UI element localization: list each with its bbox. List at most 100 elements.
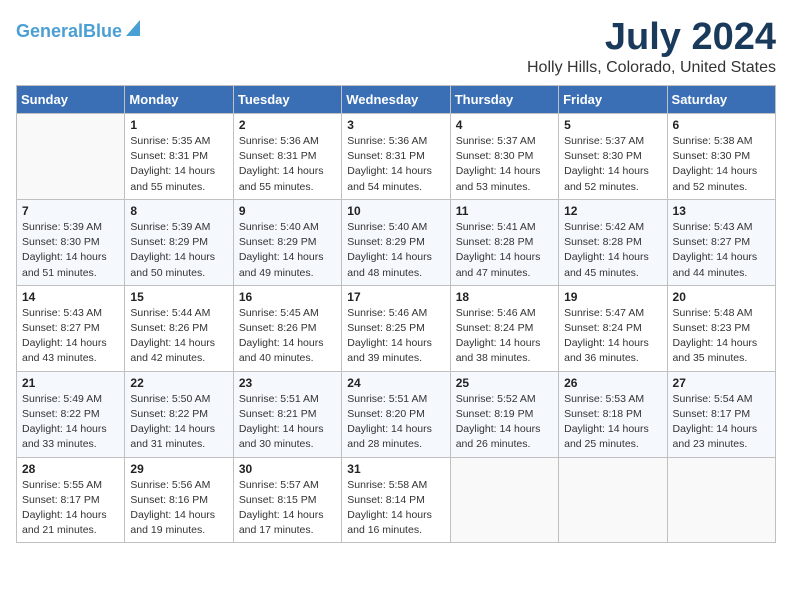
day-number: 23	[239, 376, 336, 390]
day-info: Sunrise: 5:37 AM Sunset: 8:30 PM Dayligh…	[456, 134, 553, 195]
day-info: Sunrise: 5:38 AM Sunset: 8:30 PM Dayligh…	[673, 134, 770, 195]
day-number: 8	[130, 204, 227, 218]
day-number: 22	[130, 376, 227, 390]
calendar-day-cell: 7Sunrise: 5:39 AM Sunset: 8:30 PM Daylig…	[17, 199, 125, 285]
day-number: 1	[130, 118, 227, 132]
calendar-day-cell: 11 Sunrise: 5:41 AM Sunset: 8:28 PM Dayli…	[450, 199, 558, 285]
day-number: 29	[130, 462, 227, 476]
calendar-day-cell: 1 Sunrise: 5:35 AM Sunset: 8:31 PM Daylig…	[125, 114, 233, 200]
day-number: 6	[673, 118, 770, 132]
calendar-day-cell: 8 Sunrise: 5:39 AM Sunset: 8:29 PM Daylig…	[125, 199, 233, 285]
calendar-day-cell: 23 Sunrise: 5:51 AM Sunset: 8:21 PM Dayli…	[233, 371, 341, 457]
calendar-day-cell: 20Sunrise: 5:48 AM Sunset: 8:23 PM Dayli…	[667, 285, 775, 371]
main-title: July 2024	[527, 16, 776, 59]
day-info: Sunrise: 5:52 AM Sunset: 8:19 PM Dayligh…	[456, 392, 553, 453]
day-number: 12	[564, 204, 661, 218]
day-info: Sunrise: 5:50 AM Sunset: 8:22 PM Dayligh…	[130, 392, 227, 453]
calendar-day-cell	[559, 457, 667, 543]
day-info: Sunrise: 5:46 AM Sunset: 8:24 PM Dayligh…	[456, 306, 553, 367]
day-number: 2	[239, 118, 336, 132]
day-info: Sunrise: 5:37 AM Sunset: 8:30 PM Dayligh…	[564, 134, 661, 195]
subtitle: Holly Hills, Colorado, United States	[527, 59, 776, 77]
day-info: Sunrise: 5:51 AM Sunset: 8:20 PM Dayligh…	[347, 392, 444, 453]
day-info: Sunrise: 5:55 AM Sunset: 8:17 PM Dayligh…	[22, 478, 119, 539]
day-number: 9	[239, 204, 336, 218]
calendar-week-row: 14Sunrise: 5:43 AM Sunset: 8:27 PM Dayli…	[17, 285, 776, 371]
day-number: 25	[456, 376, 553, 390]
calendar-day-cell: 4 Sunrise: 5:37 AM Sunset: 8:30 PM Daylig…	[450, 114, 558, 200]
day-info: Sunrise: 5:46 AM Sunset: 8:25 PM Dayligh…	[347, 306, 444, 367]
calendar-header-cell: Saturday	[667, 86, 775, 114]
calendar-header-cell: Monday	[125, 86, 233, 114]
calendar-day-cell: 28 Sunrise: 5:55 AM Sunset: 8:17 PM Dayli…	[17, 457, 125, 543]
calendar-day-cell: 25 Sunrise: 5:52 AM Sunset: 8:19 PM Dayli…	[450, 371, 558, 457]
calendar-day-cell: 24 Sunrise: 5:51 AM Sunset: 8:20 PM Dayli…	[342, 371, 450, 457]
calendar-day-cell: 16Sunrise: 5:45 AM Sunset: 8:26 PM Dayli…	[233, 285, 341, 371]
calendar-header-row: SundayMondayTuesdayWednesdayThursdayFrid…	[17, 86, 776, 114]
day-info: Sunrise: 5:39 AM Sunset: 8:30 PM Dayligh…	[22, 220, 119, 281]
calendar-day-cell: 2 Sunrise: 5:36 AM Sunset: 8:31 PM Daylig…	[233, 114, 341, 200]
logo-text: GeneralBlue	[16, 22, 122, 40]
day-number: 24	[347, 376, 444, 390]
calendar-day-cell: 13Sunrise: 5:43 AM Sunset: 8:27 PM Dayli…	[667, 199, 775, 285]
day-number: 20	[673, 290, 770, 304]
day-number: 31	[347, 462, 444, 476]
calendar-day-cell: 18 Sunrise: 5:46 AM Sunset: 8:24 PM Dayli…	[450, 285, 558, 371]
calendar-table: SundayMondayTuesdayWednesdayThursdayFrid…	[16, 85, 776, 543]
day-info: Sunrise: 5:35 AM Sunset: 8:31 PM Dayligh…	[130, 134, 227, 195]
day-number: 30	[239, 462, 336, 476]
calendar-day-cell: 3Sunrise: 5:36 AM Sunset: 8:31 PM Daylig…	[342, 114, 450, 200]
calendar-day-cell: 14Sunrise: 5:43 AM Sunset: 8:27 PM Dayli…	[17, 285, 125, 371]
calendar-day-cell: 30 Sunrise: 5:57 AM Sunset: 8:15 PM Dayli…	[233, 457, 341, 543]
day-info: Sunrise: 5:36 AM Sunset: 8:31 PM Dayligh…	[239, 134, 336, 195]
calendar-day-cell: 26Sunrise: 5:53 AM Sunset: 8:18 PM Dayli…	[559, 371, 667, 457]
day-info: Sunrise: 5:49 AM Sunset: 8:22 PM Dayligh…	[22, 392, 119, 453]
day-info: Sunrise: 5:41 AM Sunset: 8:28 PM Dayligh…	[456, 220, 553, 281]
day-info: Sunrise: 5:51 AM Sunset: 8:21 PM Dayligh…	[239, 392, 336, 453]
day-info: Sunrise: 5:56 AM Sunset: 8:16 PM Dayligh…	[130, 478, 227, 539]
day-info: Sunrise: 5:40 AM Sunset: 8:29 PM Dayligh…	[239, 220, 336, 281]
day-number: 5	[564, 118, 661, 132]
calendar-day-cell	[667, 457, 775, 543]
logo: GeneralBlue	[16, 16, 142, 40]
day-info: Sunrise: 5:40 AM Sunset: 8:29 PM Dayligh…	[347, 220, 444, 281]
calendar-day-cell: 5 Sunrise: 5:37 AM Sunset: 8:30 PM Daylig…	[559, 114, 667, 200]
day-number: 13	[673, 204, 770, 218]
day-number: 16	[239, 290, 336, 304]
day-number: 19	[564, 290, 661, 304]
page-header: GeneralBlue July 2024 Holly Hills, Color…	[16, 16, 776, 77]
calendar-day-cell: 17 Sunrise: 5:46 AM Sunset: 8:25 PM Dayli…	[342, 285, 450, 371]
calendar-body: 1 Sunrise: 5:35 AM Sunset: 8:31 PM Daylig…	[17, 114, 776, 543]
calendar-day-cell: 10 Sunrise: 5:40 AM Sunset: 8:29 PM Dayli…	[342, 199, 450, 285]
day-number: 17	[347, 290, 444, 304]
calendar-header-cell: Thursday	[450, 86, 558, 114]
calendar-day-cell: 29 Sunrise: 5:56 AM Sunset: 8:16 PM Dayli…	[125, 457, 233, 543]
day-number: 18	[456, 290, 553, 304]
day-info: Sunrise: 5:39 AM Sunset: 8:29 PM Dayligh…	[130, 220, 227, 281]
day-number: 4	[456, 118, 553, 132]
calendar-week-row: 28 Sunrise: 5:55 AM Sunset: 8:17 PM Dayli…	[17, 457, 776, 543]
day-number: 28	[22, 462, 119, 476]
calendar-day-cell: 9 Sunrise: 5:40 AM Sunset: 8:29 PM Daylig…	[233, 199, 341, 285]
day-info: Sunrise: 5:57 AM Sunset: 8:15 PM Dayligh…	[239, 478, 336, 539]
calendar-day-cell	[17, 114, 125, 200]
calendar-header-cell: Friday	[559, 86, 667, 114]
day-number: 21	[22, 376, 119, 390]
calendar-week-row: 1 Sunrise: 5:35 AM Sunset: 8:31 PM Daylig…	[17, 114, 776, 200]
day-number: 3	[347, 118, 444, 132]
calendar-day-cell: 21 Sunrise: 5:49 AM Sunset: 8:22 PM Dayli…	[17, 371, 125, 457]
day-info: Sunrise: 5:53 AM Sunset: 8:18 PM Dayligh…	[564, 392, 661, 453]
calendar-day-cell: 27Sunrise: 5:54 AM Sunset: 8:17 PM Dayli…	[667, 371, 775, 457]
day-number: 10	[347, 204, 444, 218]
day-number: 27	[673, 376, 770, 390]
day-number: 15	[130, 290, 227, 304]
calendar-header-cell: Tuesday	[233, 86, 341, 114]
calendar-day-cell: 6 Sunrise: 5:38 AM Sunset: 8:30 PM Daylig…	[667, 114, 775, 200]
day-info: Sunrise: 5:47 AM Sunset: 8:24 PM Dayligh…	[564, 306, 661, 367]
calendar-header-cell: Sunday	[17, 86, 125, 114]
day-info: Sunrise: 5:44 AM Sunset: 8:26 PM Dayligh…	[130, 306, 227, 367]
day-number: 11	[456, 204, 553, 218]
logo-icon	[120, 16, 142, 38]
title-block: July 2024 Holly Hills, Colorado, United …	[527, 16, 776, 77]
day-info: Sunrise: 5:43 AM Sunset: 8:27 PM Dayligh…	[22, 306, 119, 367]
